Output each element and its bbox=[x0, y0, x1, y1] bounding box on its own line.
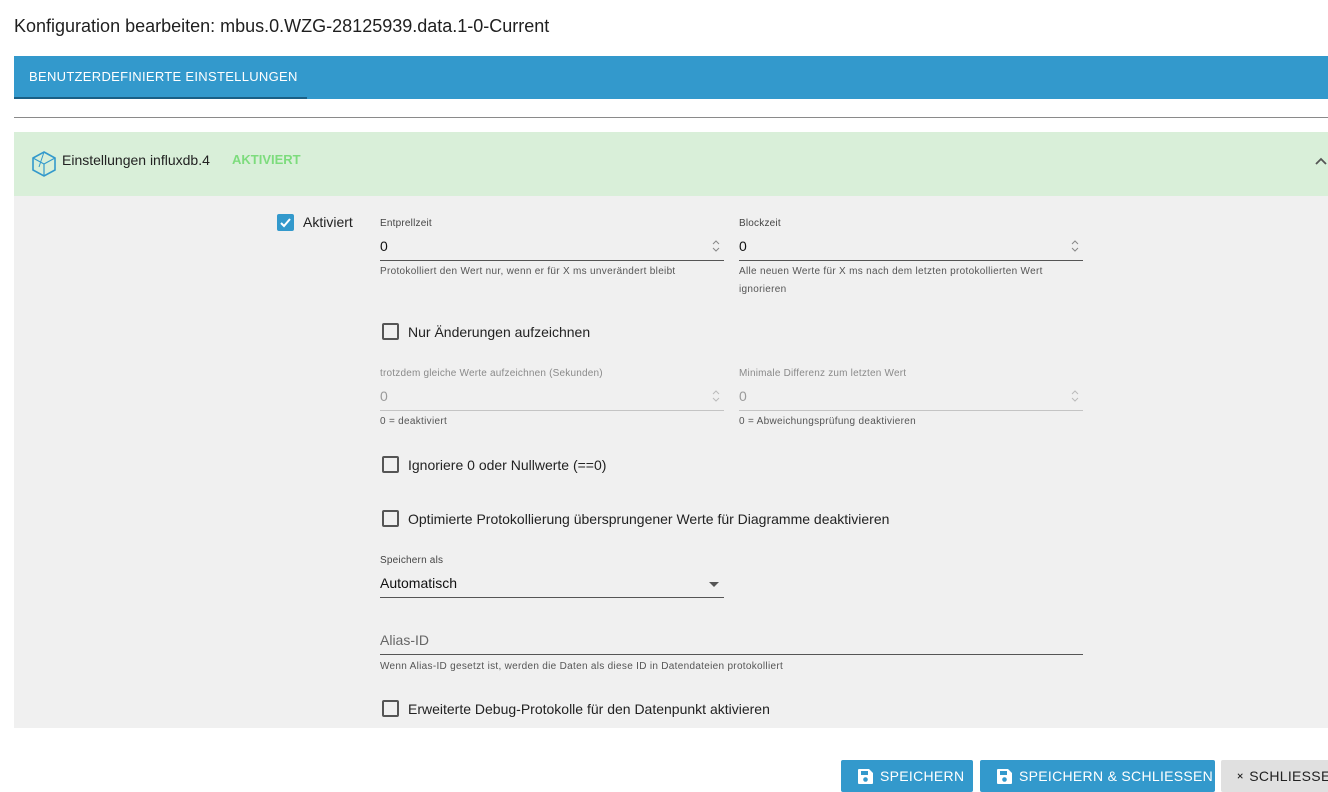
spinner-icon[interactable] bbox=[711, 389, 721, 403]
save-close-button[interactable]: SPEICHERN & SCHLIESSEN bbox=[980, 760, 1215, 792]
still-record-label: trotzdem gleiche Werte aufzeichnen (Seku… bbox=[380, 368, 603, 379]
panel-title: Einstellungen influxdb.4 bbox=[62, 152, 210, 168]
debounce-label: Entprellzeit bbox=[380, 218, 432, 229]
spinner-icon[interactable] bbox=[1070, 389, 1080, 403]
panel-body: Aktiviert Entprellzeit 0 Protokolliert d… bbox=[14, 196, 1328, 728]
store-as-select[interactable]: Automatisch bbox=[380, 575, 457, 591]
debounce-input[interactable]: 0 bbox=[380, 238, 388, 254]
debug-checkbox[interactable] bbox=[382, 700, 399, 717]
ignore-zero-label: Ignoriere 0 oder Nullwerte (==0) bbox=[408, 457, 607, 473]
debounce-underline bbox=[380, 260, 724, 261]
save-button[interactable]: SPEICHERN bbox=[841, 760, 973, 792]
dialog-title: Konfiguration bearbeiten: mbus.0.WZG-281… bbox=[14, 16, 550, 36]
disable-skipped-label: Optimierte Protokollierung übersprungene… bbox=[408, 511, 890, 527]
chevron-up-icon[interactable] bbox=[1314, 154, 1328, 168]
close-button[interactable]: SCHLIESSEN bbox=[1221, 760, 1328, 792]
min-diff-input[interactable]: 0 bbox=[739, 388, 747, 404]
blocktime-label: Blockzeit bbox=[739, 218, 781, 229]
min-diff-label: Minimale Differenz zum letzten Wert bbox=[739, 368, 907, 379]
tab-bar: BENUTZERDEFINIERTE EINSTELLUNGEN bbox=[14, 56, 1328, 99]
min-diff-underline bbox=[739, 410, 1083, 411]
spinner-icon[interactable] bbox=[711, 239, 721, 253]
blocktime-helper: Alle neuen Werte für X ms nach dem letzt… bbox=[739, 266, 1043, 277]
alias-input[interactable]: Alias-ID bbox=[380, 632, 429, 648]
changes-only-checkbox[interactable] bbox=[382, 323, 399, 340]
store-as-label: Speichern als bbox=[380, 555, 444, 566]
enabled-label: Aktiviert bbox=[303, 214, 353, 230]
min-diff-helper: 0 = Abweichungsprüfung deaktivieren bbox=[739, 416, 917, 427]
still-record-input[interactable]: 0 bbox=[380, 388, 388, 404]
check-icon bbox=[280, 218, 291, 228]
still-record-helper: 0 = deaktiviert bbox=[380, 416, 448, 427]
save-label: SPEICHERN bbox=[880, 768, 965, 784]
spinner-icon[interactable] bbox=[1070, 239, 1080, 253]
divider bbox=[14, 117, 1328, 118]
close-icon bbox=[1237, 773, 1243, 779]
blocktime-input[interactable]: 0 bbox=[739, 238, 747, 254]
status-badge: AKTIVIERT bbox=[232, 152, 301, 167]
save-icon bbox=[997, 768, 1012, 784]
save-close-label: SPEICHERN & SCHLIESSEN bbox=[1019, 768, 1214, 784]
dropdown-arrow-icon[interactable] bbox=[708, 580, 720, 588]
save-icon bbox=[858, 768, 873, 784]
disable-skipped-checkbox[interactable] bbox=[382, 510, 399, 527]
still-record-underline bbox=[380, 410, 724, 411]
enabled-checkbox[interactable] bbox=[277, 214, 294, 231]
blocktime-underline bbox=[739, 260, 1083, 261]
debounce-helper: Protokolliert den Wert nur, wenn er für … bbox=[380, 266, 676, 277]
influxdb-icon bbox=[32, 151, 56, 177]
close-label: SCHLIESSEN bbox=[1249, 768, 1328, 784]
tab-custom-settings[interactable]: BENUTZERDEFINIERTE EINSTELLUNGEN bbox=[14, 56, 307, 99]
panel-header[interactable]: Einstellungen influxdb.4 AKTIVIERT bbox=[14, 132, 1328, 196]
store-as-underline bbox=[380, 597, 724, 598]
debug-label: Erweiterte Debug-Protokolle für den Date… bbox=[408, 701, 770, 717]
alias-underline bbox=[380, 654, 1083, 655]
changes-only-label: Nur Änderungen aufzeichnen bbox=[408, 324, 591, 340]
alias-helper: Wenn Alias-ID gesetzt ist, werden die Da… bbox=[380, 661, 784, 672]
ignore-zero-checkbox[interactable] bbox=[382, 456, 399, 473]
blocktime-helper-2: ignorieren bbox=[739, 284, 787, 295]
